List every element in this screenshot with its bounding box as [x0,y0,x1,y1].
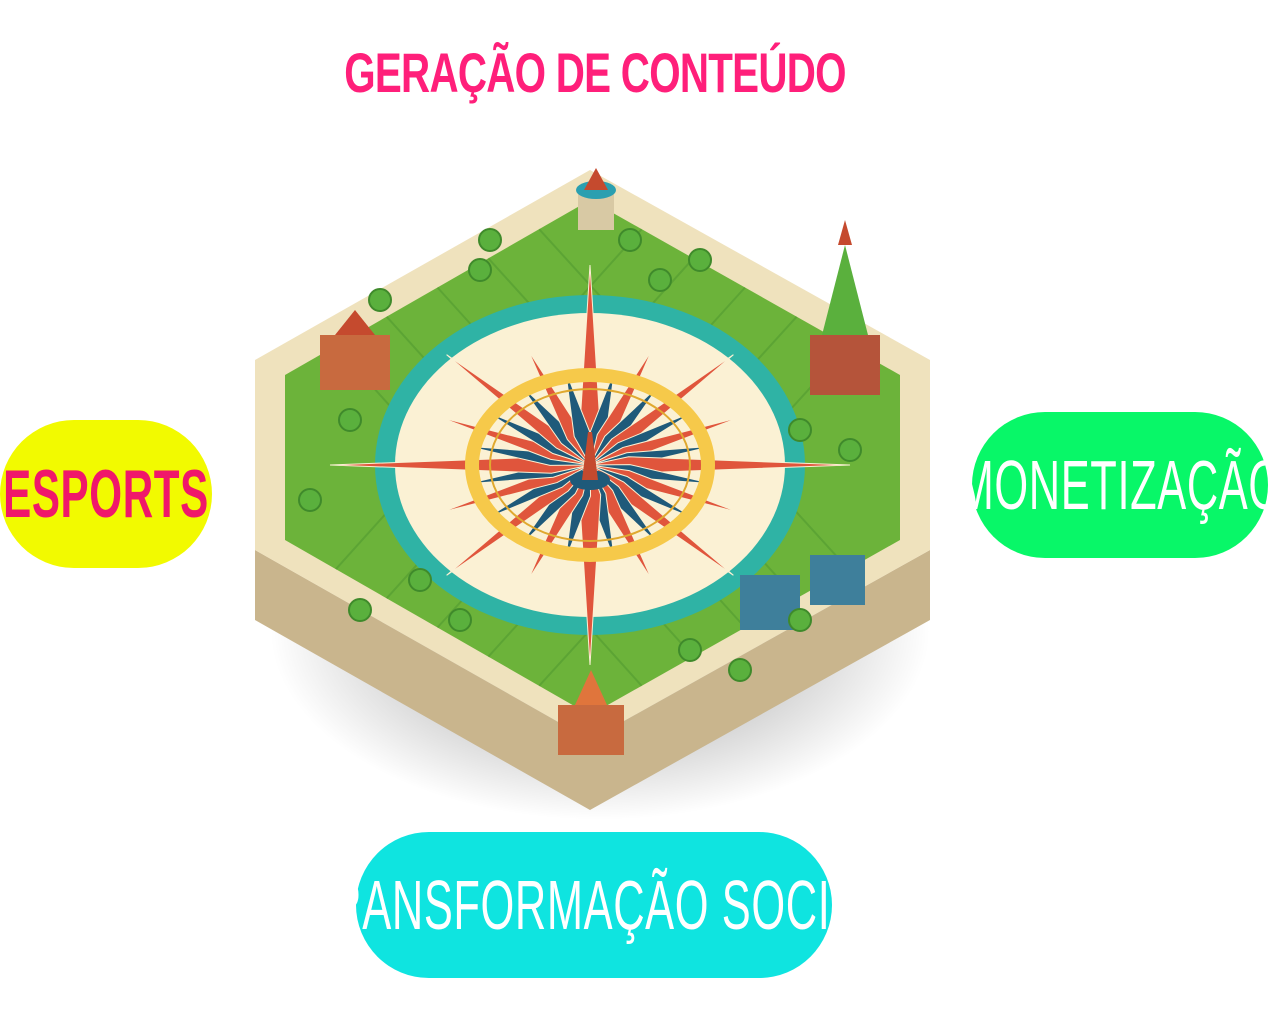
content-generation-label: GERAÇÃO DE CONTEÚDO [344,40,846,104]
compass-board-illustration [255,168,930,820]
tree-icon [448,608,472,632]
tree-icon [788,418,812,442]
tree-icon [338,408,362,432]
monetization-label: MONETIZAÇÃO [957,446,1268,524]
infographic-canvas: GERAÇÃO DE CONTEÚDO ESPORTS MONETIZAÇÃO … [0,0,1268,1036]
tree-icon [408,568,432,592]
esports-label: ESPORTS [3,456,209,532]
tree-icon [678,638,702,662]
tree-icon [348,598,372,622]
content-generation-heading: GERAÇÃO DE CONTEÚDO [344,36,846,108]
tree-icon [688,248,712,272]
tree-icon [618,228,642,252]
tree-icon [468,258,492,282]
tree-icon [788,608,812,632]
tree-icon [298,488,322,512]
social-transformation-badge: TRANSFORMAÇÃO SOCIAL [303,832,884,978]
tree-icon [478,228,502,252]
tree-icon [838,438,862,462]
esports-badge: ESPORTS [0,420,212,568]
tree-icon [728,658,752,682]
monetization-badge: MONETIZAÇÃO [957,412,1268,558]
tree-icon [648,268,672,292]
social-transformation-label: TRANSFORMAÇÃO SOCIAL [303,866,885,944]
tree-icon [368,288,392,312]
